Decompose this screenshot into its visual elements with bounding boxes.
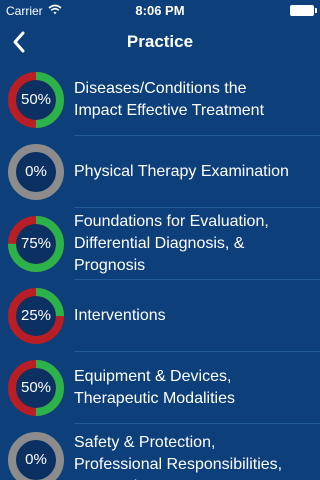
topic-title-line: Therapeutic Modalities: [74, 390, 235, 407]
topic-title: Interventions: [74, 305, 312, 327]
topic-title-line: Safety & Protection,: [74, 434, 216, 451]
topic-title: Safety & Protection, Professional Respons…: [74, 432, 312, 480]
topic-title-line: Prognosis: [74, 257, 146, 274]
topic-title-line: Impact Effective Treatment: [74, 102, 265, 119]
topic-title: Physical Therapy Examination: [74, 161, 312, 183]
status-time: 8:06 PM: [135, 3, 185, 18]
list-item[interactable]: 50% Diseases/Conditions the Impact Effecti…: [0, 64, 320, 136]
list-item[interactable]: 0% Physical Therapy Examination: [0, 136, 320, 208]
progress-percent: 0%: [25, 451, 47, 468]
list-item[interactable]: 0% Safety & Protection, Professional Respo…: [0, 424, 320, 480]
topic-list: 50% Diseases/Conditions the Impact Effecti…: [0, 64, 320, 480]
topic-title-line: Differential Diagnosis, &: [74, 235, 245, 252]
progress-percent: 25%: [20, 307, 52, 324]
list-item[interactable]: 50% Equipment & Devices, Therapeutic Modal…: [0, 352, 320, 424]
topic-title: Foundations for Evaluation, Differential …: [74, 211, 312, 277]
list-item[interactable]: 75% Foundations for Evaluation, Differenti…: [0, 208, 320, 280]
topic-title-line: Research: [74, 476, 312, 480]
progress-percent: 0%: [25, 163, 47, 180]
topic-title-line: Diseases/Conditions the: [74, 80, 247, 97]
list-item[interactable]: 25% Interventions: [0, 280, 320, 352]
progress-percent: 75%: [20, 235, 52, 252]
progress-percent: 50%: [20, 379, 52, 396]
topic-title-line: Professional Responsibilities,: [74, 456, 283, 473]
status-bar: Carrier 8:06 PM: [0, 0, 320, 20]
topic-title-line: Equipment & Devices,: [74, 368, 232, 385]
topic-title: Equipment & Devices, Therapeutic Modaliti…: [74, 366, 312, 410]
topic-title: Diseases/Conditions the Impact Effective …: [74, 78, 312, 122]
topic-title-line: Foundations for Evaluation,: [74, 213, 269, 230]
battery-icon: [290, 5, 317, 16]
topic-title-line: Physical Therapy Examination: [74, 163, 289, 180]
navigation-bar: Practice: [0, 20, 320, 64]
progress-percent: 50%: [20, 91, 52, 108]
topic-title-line: Interventions: [74, 307, 166, 324]
page-title: Practice: [126, 32, 194, 51]
